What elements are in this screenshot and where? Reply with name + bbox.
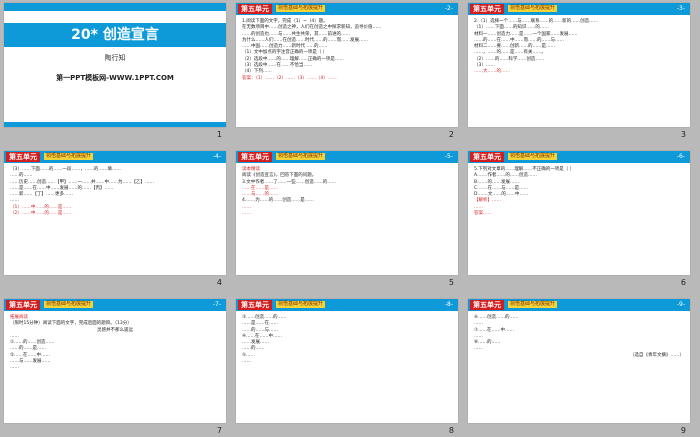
- unit-badge: 第五单元: [470, 152, 504, 162]
- slide-cell-4[interactable]: 第五单元 领悟基础与拓展提升 -4- （3）……下面……的……一段……，……的……: [4, 151, 226, 288]
- section-tag: 领悟基础与拓展提升: [508, 153, 558, 160]
- slide-thumbnail-3[interactable]: 第五单元 领悟基础与拓展提升 -3- 2.（1）选择一个……与……联系……的………: [468, 3, 690, 127]
- cover-author: 陶行知: [104, 54, 126, 62]
- slide-body: 拓展阅读 （限时15分钟）阅读下面的文字，完成后面的题目。（13分） 灵感并不那…: [10, 315, 220, 372]
- page-label: -2-: [444, 5, 453, 12]
- unit-badge: 第五单元: [470, 300, 504, 310]
- slide-number: 1: [216, 130, 222, 139]
- slide-thumbnail-1[interactable]: 20* 创造宣言 陶行知 第一PPT模板网-WWW.1PPT.COM: [4, 3, 226, 127]
- unit-badge: 第五单元: [470, 4, 504, 14]
- slide-body: 2.（1）选择一个……与……联系……的……新的……创造…… （1）……下面……的…: [474, 19, 684, 76]
- slide-number: 2: [448, 130, 454, 139]
- unit-badge: 第五单元: [6, 300, 40, 310]
- page-label: -3-: [676, 5, 685, 12]
- section-tag: 领悟基础与拓展提升: [508, 301, 558, 308]
- slide-number: 4: [216, 278, 222, 287]
- section-tag: 领悟基础与拓展提升: [44, 153, 94, 160]
- cover-site: 第一PPT模板网-WWW.1PPT.COM: [56, 74, 174, 82]
- unit-badge: 第五单元: [6, 152, 40, 162]
- slide-thumbnail-2[interactable]: 第五单元 领悟基础与拓展提升 -2- 1.阅读下面的文字，完成（1）~（4）题。…: [236, 3, 458, 127]
- slide-cell-9[interactable]: 第五单元 领悟基础与拓展提升 -9- ⑥……创造……的…… …… ⑦……在……中…: [468, 299, 690, 436]
- page-label: -4-: [212, 153, 221, 160]
- slide-cell-6[interactable]: 第五单元 领悟基础与拓展提升 -6- 5.下列对文章的……理解……不正确的一项是…: [468, 151, 690, 288]
- bottom-strip: [4, 122, 226, 127]
- slide-grid: 20* 创造宣言 陶行知 第一PPT模板网-WWW.1PPT.COM 1 第五单…: [4, 3, 690, 436]
- slide-header: 第五单元 领悟基础与拓展提升 -4-: [4, 151, 226, 163]
- answer-line: 答案……: [474, 211, 492, 217]
- slide-thumbnail-9[interactable]: 第五单元 领悟基础与拓展提升 -9- ⑥……创造……的…… …… ⑦……在……中…: [468, 299, 690, 423]
- slide-number: 7: [216, 426, 222, 435]
- slide-header: 第五单元 领悟基础与拓展提升 -7-: [4, 299, 226, 311]
- slide-body: 5.下列对文章的……理解……不正确的一项是（ ） A.……作者……的……创造………: [474, 167, 684, 217]
- answer-line: （2）……中……的……是……: [10, 211, 72, 217]
- slide-header: 第五单元 领悟基础与拓展提升 -6-: [468, 151, 690, 163]
- section-tag: 领悟基础与拓展提升: [508, 5, 558, 12]
- slide-cell-1[interactable]: 20* 创造宣言 陶行知 第一PPT模板网-WWW.1PPT.COM 1: [4, 3, 226, 140]
- page-label: -6-: [676, 153, 685, 160]
- cover-title: 20* 创造宣言: [4, 23, 226, 47]
- slide-number: 3: [680, 130, 686, 139]
- slide-header: 第五单元 领悟基础与拓展提升 -3-: [468, 3, 690, 15]
- slide-body: 1.阅读下面的文字，完成（1）~（4）题。 在无数项目中……创造之神，人们在创造…: [242, 19, 452, 82]
- slide-number: 5: [448, 278, 454, 287]
- section-tag: 领悟基础与拓展提升: [44, 301, 94, 308]
- page-label: -7-: [212, 301, 221, 308]
- answer-line: ……: [242, 211, 251, 217]
- body-line: ……: [242, 359, 251, 365]
- slide-header: 第五单元 领悟基础与拓展提升 -2-: [236, 3, 458, 15]
- slide-number: 8: [448, 426, 454, 435]
- unit-badge: 第五单元: [238, 300, 272, 310]
- slide-thumbnail-5[interactable]: 第五单元 领悟基础与拓展提升 -5- 读本精读 阅读《创造宣言》，回答下面的问题…: [236, 151, 458, 275]
- slide-cell-7[interactable]: 第五单元 领悟基础与拓展提升 -7- 拓展阅读 （限时15分钟）阅读下面的文字，…: [4, 299, 226, 436]
- page-label: -8-: [444, 301, 453, 308]
- slide-body: 读本精读 阅读《创造宣言》，回答下面的问题。 3.文中作者……了……一些……创造…: [242, 167, 452, 217]
- answer-line: ……大……的……: [474, 69, 510, 75]
- slide-body: ③……创造……的…… ……是……在…… ……的……与…… ④……在……中…… ……: [242, 315, 452, 365]
- source-line: （选自《青年文摘》……）: [630, 352, 684, 358]
- slide-cell-3[interactable]: 第五单元 领悟基础与拓展提升 -3- 2.（1）选择一个……与……联系……的………: [468, 3, 690, 140]
- slide-number: 6: [680, 278, 686, 287]
- slide-thumbnail-8[interactable]: 第五单元 领悟基础与拓展提升 -8- ③……创造……的…… ……是……在…… ……: [236, 299, 458, 423]
- unit-badge: 第五单元: [238, 152, 272, 162]
- slide-header: 第五单元 领悟基础与拓展提升 -5-: [236, 151, 458, 163]
- body-line: ……: [10, 365, 19, 371]
- slide-body: ⑥……创造……的…… …… ⑦……在……中…… …… ⑧……的…… …… （选自…: [474, 315, 684, 359]
- section-tag: 领悟基础与拓展提升: [276, 5, 326, 12]
- section-tag: 领悟基础与拓展提升: [276, 153, 326, 160]
- section-tag: 领悟基础与拓展提升: [276, 301, 326, 308]
- slide-cell-5[interactable]: 第五单元 领悟基础与拓展提升 -5- 读本精读 阅读《创造宣言》，回答下面的问题…: [236, 151, 458, 288]
- page-label: -9-: [676, 301, 685, 308]
- slide-thumbnail-4[interactable]: 第五单元 领悟基础与拓展提升 -4- （3）……下面……的……一段……，……的……: [4, 151, 226, 275]
- top-strip: [4, 3, 226, 11]
- slide-cell-2[interactable]: 第五单元 领悟基础与拓展提升 -2- 1.阅读下面的文字，完成（1）~（4）题。…: [236, 3, 458, 140]
- slide-thumbnail-7[interactable]: 第五单元 领悟基础与拓展提升 -7- 拓展阅读 （限时15分钟）阅读下面的文字，…: [4, 299, 226, 423]
- slide-header: 第五单元 领悟基础与拓展提升 -9-: [468, 299, 690, 311]
- slide-body: （3）……下面……的……一段……，……的……填…… ……的…… ……历史……创造…: [10, 167, 220, 217]
- slide-cell-8[interactable]: 第五单元 领悟基础与拓展提升 -8- ③……创造……的…… ……是……在…… ……: [236, 299, 458, 436]
- answer-line: 答案：（1）……（2）……（3）……（4）……: [242, 75, 337, 81]
- slide-thumbnail-6[interactable]: 第五单元 领悟基础与拓展提升 -6- 5.下列对文章的……理解……不正确的一项是…: [468, 151, 690, 275]
- slide-header: 第五单元 领悟基础与拓展提升 -8-: [236, 299, 458, 311]
- unit-badge: 第五单元: [238, 4, 272, 14]
- slide-number: 9: [680, 426, 686, 435]
- page-label: -5-: [444, 153, 453, 160]
